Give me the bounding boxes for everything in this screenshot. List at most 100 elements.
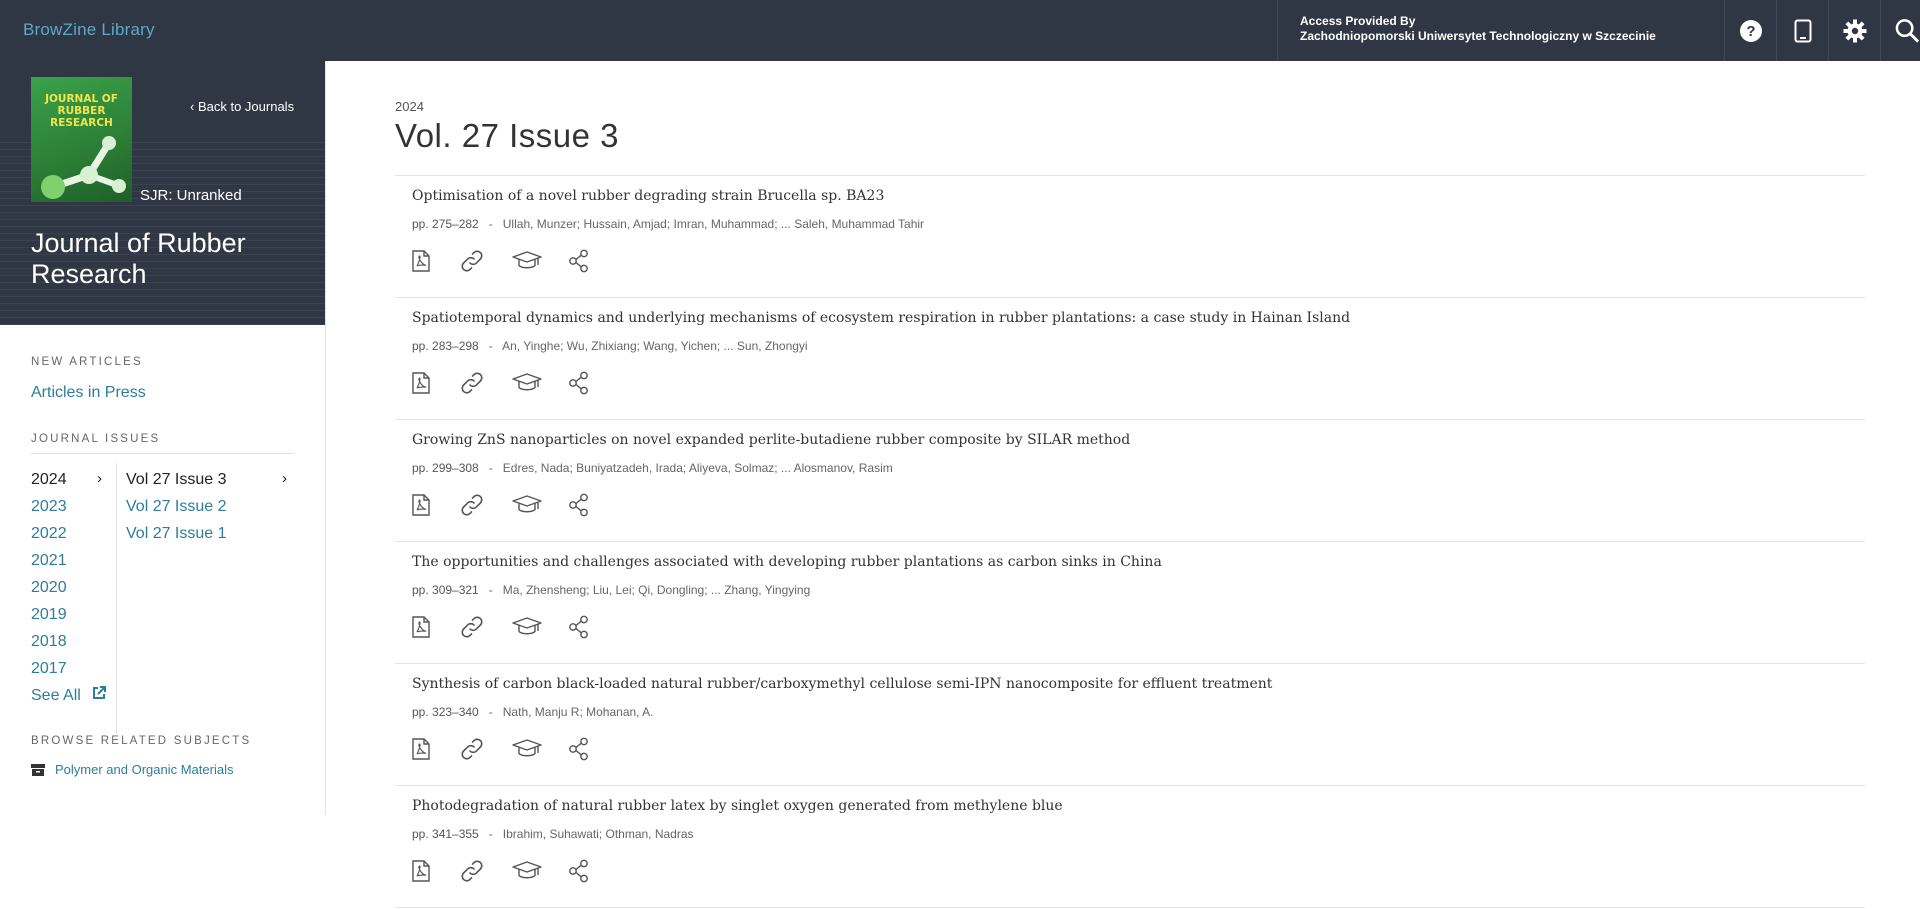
article-link-button[interactable] [460,493,512,517]
year-item[interactable]: 2019 [31,605,116,632]
link-icon [461,372,483,394]
molecule-image [41,136,126,199]
pdf-icon [412,372,430,394]
volume-item[interactable]: Vol 27 Issue 3 [126,470,296,497]
see-all-link[interactable]: See All [31,685,107,705]
year-item[interactable]: 2018 [31,632,116,659]
articles-in-press-link[interactable]: Articles in Press [31,384,146,402]
volume-item[interactable]: Vol 27 Issue 2 [126,497,296,524]
pdf-button[interactable] [412,738,460,760]
article-link-button[interactable] [460,371,512,395]
article-actions [412,371,608,395]
graduation-cap-icon [512,861,542,879]
article-authors: Ma, Zhensheng; Liu, Lei; Qi, Dongling; .… [502,583,811,597]
issue-title: Vol. 27 Issue 3 [395,117,619,154]
article-link-button[interactable] [460,859,512,883]
article-meta: pp. 283–298 - An, Yinghe; Wu, Zhixiang; … [412,339,808,353]
article-actions [412,859,608,883]
year-item[interactable]: 2023 [31,497,116,524]
cite-button[interactable] [512,739,568,759]
share-button[interactable] [568,615,608,639]
share-icon [569,859,588,883]
cite-button[interactable] [512,861,568,881]
related-subjects-heading: BROWSE RELATED SUBJECTS [31,735,252,747]
graduation-cap-icon [512,739,542,757]
article-title[interactable]: Optimisation of a novel rubber degrading… [412,188,884,204]
link-icon [461,860,483,882]
year-item[interactable]: 2017 [31,659,116,686]
back-to-journals-link[interactable]: ‹ Back to Journals [190,99,294,114]
meta-separator: - [482,461,500,475]
pdf-button[interactable] [412,616,460,638]
pdf-button[interactable] [412,494,460,516]
access-line-1: Access Provided By [1300,14,1416,28]
share-button[interactable] [568,249,608,273]
article-item: The opportunities and challenges associa… [395,542,1865,664]
pdf-icon [412,250,430,272]
article-title[interactable]: The opportunities and challenges associa… [412,554,1162,570]
article-meta: pp. 323–340 - Nath, Manju R; Mohanan, A. [412,705,654,719]
pdf-button[interactable] [412,372,460,394]
cite-button[interactable] [512,373,568,393]
archive-icon [31,763,45,776]
year-item[interactable]: 2021 [31,551,116,578]
back-to-journals-label: Back to Journals [197,99,295,114]
share-button[interactable] [568,371,608,395]
article-authors: Ibrahim, Suhawati; Othman, Nadras [502,827,694,841]
meta-separator: - [482,217,500,231]
article-authors: An, Yinghe; Wu, Zhixiang; Wang, Yichen; … [502,339,808,353]
share-icon [569,737,588,761]
subject-link[interactable]: Polymer and Organic Materials [31,762,233,777]
link-icon [461,250,483,272]
article-authors: Nath, Manju R; Mohanan, A. [502,705,654,719]
volume-item[interactable]: Vol 27 Issue 1 [126,524,296,551]
help-button[interactable]: ? [1724,0,1776,61]
article-actions [412,493,608,517]
pdf-button[interactable] [412,250,460,272]
graduation-cap-icon [512,373,542,391]
graduation-cap-icon [512,251,542,269]
brand-link[interactable]: BrowZine Library [23,20,155,40]
share-button[interactable] [568,737,608,761]
issue-year: 2024 [395,99,424,114]
external-link-icon [93,686,107,699]
article-pages: pp. 299–308 [412,461,479,475]
article-meta: pp. 341–355 - Ibrahim, Suhawati; Othman,… [412,827,694,841]
graduation-cap-icon [512,617,542,635]
article-title[interactable]: Growing ZnS nanoparticles on novel expan… [412,432,1130,448]
pdf-icon [412,738,430,760]
subject-label: Polymer and Organic Materials [55,762,234,777]
link-icon [461,616,483,638]
article-link-button[interactable] [460,737,512,761]
volume-list: Vol 27 Issue 3 Vol 27 Issue 2 Vol 27 Iss… [126,470,296,551]
cite-button[interactable] [512,495,568,515]
article-item: Photodegradation of natural rubber latex… [395,786,1865,908]
article-item: Synthesis of carbon black-loaded natural… [395,664,1865,786]
article-meta: pp. 275–282 - Ullah, Munzer; Hussain, Am… [412,217,924,231]
article-title[interactable]: Spatiotemporal dynamics and underlying m… [412,310,1350,326]
article-link-button[interactable] [460,249,512,273]
article-item: Growing ZnS nanoparticles on novel expan… [395,420,1865,542]
journal-header: JOURNAL OF RUBBER RESEARCH ‹ Back to Jou… [0,61,325,325]
article-authors: Edres, Nada; Buniyatzadeh, Irada; Aliyev… [502,461,893,475]
year-item[interactable]: 2020 [31,578,116,605]
pdf-button[interactable] [412,860,460,882]
search-button[interactable] [1880,0,1920,61]
article-title[interactable]: Photodegradation of natural rubber latex… [412,798,1063,814]
bookshelf-button[interactable] [1776,0,1828,61]
graduation-cap-icon [512,495,542,513]
share-icon [569,493,588,517]
journal-cover: JOURNAL OF RUBBER RESEARCH [31,77,132,202]
cite-button[interactable] [512,251,568,271]
year-item[interactable]: 2024 [31,470,116,497]
article-title[interactable]: Synthesis of carbon black-loaded natural… [412,676,1272,692]
share-button[interactable] [568,493,608,517]
article-link-button[interactable] [460,615,512,639]
article-actions [412,615,608,639]
year-item[interactable]: 2022 [31,524,116,551]
settings-button[interactable] [1828,0,1880,61]
cite-button[interactable] [512,617,568,637]
article-pages: pp. 309–321 [412,583,479,597]
top-bar: BrowZine Library Access Provided By Zach… [0,0,1920,61]
share-button[interactable] [568,859,608,883]
